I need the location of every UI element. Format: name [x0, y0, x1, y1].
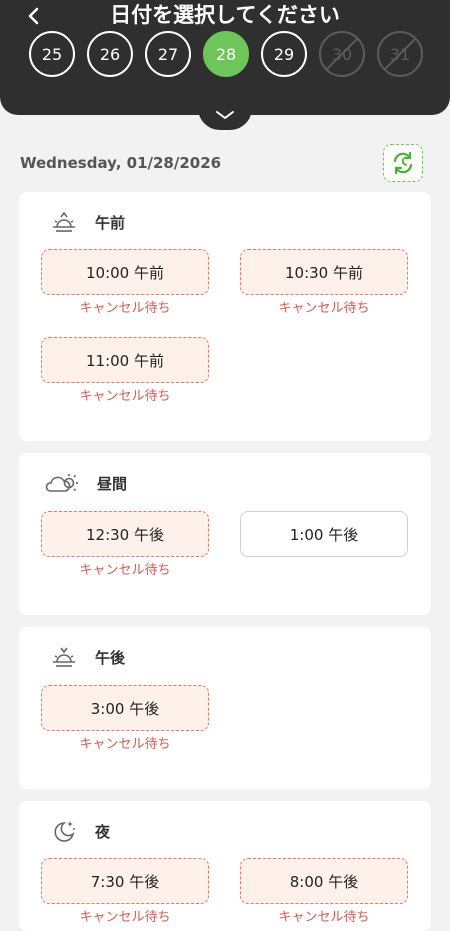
time-slot-button[interactable]: 3:00 午後	[41, 685, 209, 731]
section-title: 午後	[95, 648, 126, 667]
selected-date-label: Wednesday, 01/28/2026	[20, 154, 222, 172]
time-slot-button[interactable]: 8:00 午後	[240, 858, 408, 904]
section-title: 昼間	[97, 474, 128, 493]
time-slot-button[interactable]: 7:30 午後	[41, 858, 209, 904]
refresh-icon	[393, 151, 413, 175]
chevron-down-icon	[216, 111, 234, 119]
section-morning: 午前 10:00 午前 キャンセル待ち 10:30 午前 キャンセル待ち 11:…	[19, 192, 431, 441]
day-27-button[interactable]: 27	[145, 31, 191, 77]
time-slot-button[interactable]: 10:00 午前	[41, 249, 209, 295]
section-title: 夜	[95, 822, 111, 841]
moon-stars-icon	[54, 821, 75, 842]
section-night: 夜 7:30 午後 キャンセル待ち 8:00 午後 キャンセル待ち	[19, 801, 431, 931]
section-header: 夜	[51, 817, 110, 845]
refresh-button[interactable]	[383, 144, 423, 182]
time-slot-button[interactable]: 10:30 午前	[240, 249, 408, 295]
waitlist-label: キャンセル待ち	[278, 301, 370, 316]
day-26-button[interactable]: 26	[87, 31, 133, 77]
section-title: 午前	[95, 213, 126, 232]
time-slot-button[interactable]: 11:00 午前	[41, 337, 209, 383]
section-afternoon: 午後 3:00 午後 キャンセル待ち	[19, 627, 431, 789]
section-midday: 昼間 12:30 午後 キャンセル待ち 1:00 午後	[19, 453, 431, 615]
cloud-sun-icon	[45, 474, 78, 492]
waitlist-label: キャンセル待ち	[278, 910, 370, 925]
waitlist-label: キャンセル待ち	[79, 563, 171, 578]
waitlist-label: キャンセル待ち	[79, 737, 171, 752]
page-title: 日付を選択してください	[110, 3, 340, 27]
waitlist-label: キャンセル待ち	[79, 910, 171, 925]
section-header: 昼間	[43, 469, 127, 497]
time-slot-button[interactable]: 1:00 午後	[240, 511, 408, 557]
day-25-button[interactable]: 25	[29, 31, 75, 77]
day-29-button[interactable]: 29	[261, 31, 307, 77]
sunrise-icon	[53, 211, 75, 232]
section-header: 午後	[51, 643, 125, 671]
section-header: 午前	[51, 208, 125, 236]
time-slot-button[interactable]: 12:30 午後	[41, 511, 209, 557]
waitlist-label: キャンセル待ち	[79, 301, 171, 316]
day-28-button[interactable]: 28	[203, 31, 249, 77]
day-30-button: 30	[319, 31, 365, 77]
sunset-icon	[53, 647, 75, 667]
waitlist-label: キャンセル待ち	[79, 389, 171, 404]
date-picker-header: 日付を選択してください 25 26 27 28 29 30 31	[0, 0, 450, 115]
expand-calendar-tab[interactable]	[198, 108, 252, 130]
day-31-button: 31	[377, 31, 423, 77]
